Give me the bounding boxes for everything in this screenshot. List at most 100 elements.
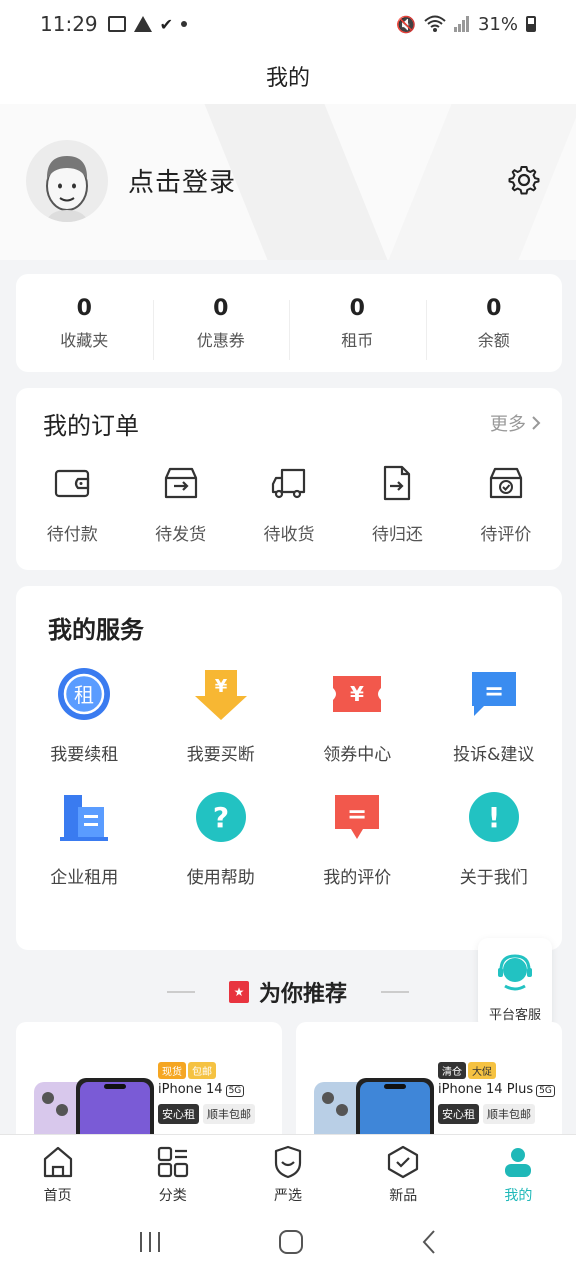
star-badge-icon: ★: [228, 981, 249, 1003]
renew-icon: 租: [58, 668, 111, 720]
about-glyph: !: [487, 801, 500, 834]
tab-label: 我的: [504, 1188, 533, 1204]
avatar[interactable]: [26, 140, 108, 222]
order-pending-review[interactable]: 待评价: [452, 464, 560, 545]
user-icon: [505, 1148, 532, 1177]
tab-label: 严选: [274, 1188, 302, 1204]
home-icon: [43, 1146, 72, 1178]
service-label: 领券中心: [323, 745, 392, 765]
status-bar: 11:29 ✔ 🔇 31%: [0, 0, 576, 48]
order-label: 待收货: [263, 525, 315, 545]
service-help[interactable]: ? 使用帮助: [153, 789, 290, 888]
my-review-icon: =: [335, 795, 380, 839]
service-label: 使用帮助: [186, 868, 255, 888]
tab-mine[interactable]: 我的: [461, 1135, 576, 1204]
tab-home[interactable]: 首页: [0, 1135, 115, 1204]
product-name: iPhone 14 5G: [158, 1082, 245, 1097]
battery-icon: [526, 16, 536, 32]
stat-coupons[interactable]: 0 优惠券: [152, 295, 290, 360]
service-buyout[interactable]: ¥ 我要买断: [153, 666, 290, 765]
buyout-icon: ¥: [194, 670, 247, 720]
service-my-reviews[interactable]: = 我的评价: [289, 789, 426, 888]
tab-label: 分类: [158, 1188, 187, 1204]
stat-value: 0: [486, 295, 502, 321]
tab-category[interactable]: 分类: [115, 1135, 230, 1204]
recommend-title: 为你推荐: [258, 982, 347, 1007]
review-box-icon: [489, 467, 522, 499]
tab-selected[interactable]: 严选: [230, 1135, 345, 1204]
stat-value: 0: [213, 295, 229, 321]
service-enterprise[interactable]: 企业租用: [16, 789, 153, 888]
service-about[interactable]: ! 关于我们: [426, 789, 563, 888]
feedback-icon: =: [471, 672, 516, 716]
divider: [381, 991, 409, 993]
service-renew[interactable]: 租 我要续租: [16, 666, 153, 765]
gear-icon[interactable]: [508, 164, 540, 196]
login-link[interactable]: 点击登录: [128, 162, 236, 199]
wifi-icon: [424, 15, 446, 32]
enterprise-icon: [60, 795, 109, 841]
stat-balance[interactable]: 0 余额: [425, 295, 563, 360]
home-button-icon[interactable]: [278, 1229, 304, 1255]
more-label: 更多: [490, 414, 526, 435]
coupon-icon: ¥: [333, 676, 382, 712]
stat-favorites[interactable]: 0 收藏夹: [16, 296, 153, 351]
product-chip: 安心租: [158, 1104, 199, 1124]
recent-apps-icon[interactable]: [137, 1230, 163, 1254]
network-badge: 5G: [536, 1085, 555, 1097]
warning-icon: [133, 16, 152, 32]
product-name-text: iPhone 14: [158, 1082, 223, 1097]
stat-label: 租币: [341, 330, 374, 350]
stats-card: 0 收藏夹 0 优惠券 0 租币 0 余额: [16, 274, 562, 372]
buyout-glyph: ¥: [214, 676, 227, 697]
order-pending-receipt[interactable]: 待收货: [235, 464, 343, 545]
about-icon: !: [468, 792, 519, 842]
stat-label: 收藏夹: [60, 330, 109, 350]
return-doc-icon: [384, 465, 411, 501]
product-card[interactable]: 清仓 大促 iPhone 14 Plus 5G 安心租 顺丰包邮: [296, 1022, 562, 1152]
order-pending-shipment[interactable]: 待发货: [126, 464, 234, 545]
wallet-icon: [55, 469, 90, 498]
services-card: 我的服务 租 我要续租 ¥ 我要买断 ¥ 领券中心 = 投诉&建议 企业租用 ?…: [16, 586, 562, 950]
service-label: 我要续租: [50, 745, 119, 765]
order-label: 待归还: [371, 525, 423, 545]
network-badge: 5G: [225, 1085, 245, 1097]
product-tag: 清仓: [438, 1062, 466, 1079]
stat-value: 0: [76, 295, 92, 321]
renew-glyph: 租: [74, 683, 94, 707]
product-name: iPhone 14 Plus 5G: [438, 1082, 555, 1097]
divider: [166, 991, 195, 993]
page-title: 我的: [0, 48, 576, 104]
back-icon[interactable]: [419, 1229, 439, 1255]
tab-new[interactable]: 新品: [346, 1135, 461, 1204]
coupon-glyph: ¥: [350, 682, 364, 706]
category-icon: [157, 1146, 188, 1178]
signal-icon: [453, 16, 469, 32]
service-feedback[interactable]: = 投诉&建议: [426, 666, 563, 765]
services-title: 我的服务: [48, 616, 144, 644]
product-tag: 现货: [158, 1062, 186, 1079]
bottom-tab-bar: 首页 分类 严选 新品 我的: [0, 1134, 576, 1204]
service-label: 投诉&建议: [453, 745, 535, 765]
product-card[interactable]: 现货 包邮 iPhone 14 5G 安心租 顺丰包邮: [16, 1022, 282, 1152]
tab-label: 首页: [43, 1188, 72, 1204]
order-label: 待发货: [155, 525, 207, 545]
order-pending-return[interactable]: 待归还: [343, 464, 451, 545]
order-pending-payment[interactable]: 待付款: [18, 464, 126, 545]
orders-more-link[interactable]: 更多: [490, 410, 542, 436]
status-time: 11:29: [40, 12, 98, 36]
help-glyph: ?: [213, 801, 229, 834]
service-coupon-center[interactable]: ¥ 领券中心: [289, 666, 426, 765]
product-chip: 安心租: [438, 1104, 479, 1124]
system-nav-bar: [0, 1204, 576, 1280]
product-name-text: iPhone 14 Plus: [438, 1082, 534, 1097]
tab-label: 新品: [389, 1188, 418, 1204]
service-label: 企业租用: [50, 868, 119, 888]
service-label: 关于我们: [459, 868, 528, 888]
order-label: 待付款: [46, 525, 98, 545]
stat-coins[interactable]: 0 租币: [289, 296, 426, 360]
product-chip: 顺丰包邮: [203, 1104, 255, 1124]
orders-title: 我的订单: [43, 412, 139, 440]
dot-icon: [181, 21, 188, 27]
battery-percent: 31%: [477, 13, 518, 35]
